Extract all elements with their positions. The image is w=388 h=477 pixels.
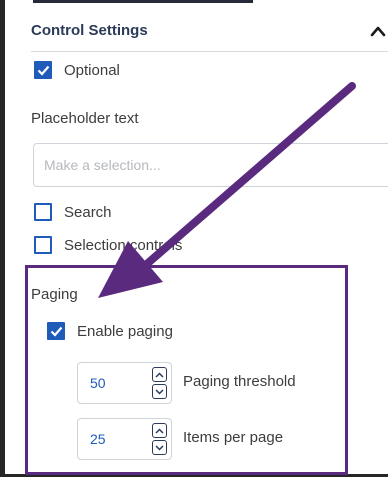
control-settings-panel: Control Settings Optional Placeholder te… bbox=[0, 0, 388, 477]
collapse-button[interactable] bbox=[365, 18, 388, 44]
paging-section-label: Paging bbox=[31, 286, 78, 303]
search-checkbox[interactable]: Search bbox=[34, 203, 112, 221]
items-per-page-increment-button[interactable] bbox=[152, 423, 167, 438]
checkmark-icon bbox=[50, 326, 62, 337]
selection-controls-checkbox-box[interactable] bbox=[34, 236, 52, 254]
items-per-page-label: Items per page bbox=[183, 429, 284, 446]
placeholder-text-input[interactable] bbox=[33, 143, 388, 187]
paging-threshold-decrement-button[interactable] bbox=[152, 384, 167, 399]
tab-indicator bbox=[33, 0, 253, 3]
optional-checkbox-box[interactable] bbox=[34, 61, 52, 79]
header-divider bbox=[31, 51, 388, 52]
paging-threshold-label: Paging threshold bbox=[183, 373, 296, 390]
panel-title: Control Settings bbox=[31, 22, 148, 39]
chevron-down-icon bbox=[155, 444, 164, 451]
enable-paging-label: Enable paging bbox=[77, 322, 173, 340]
chevron-up-icon bbox=[370, 26, 386, 37]
checkmark-icon bbox=[37, 65, 49, 76]
chevron-up-icon bbox=[155, 427, 164, 434]
paging-threshold-increment-button[interactable] bbox=[152, 367, 167, 382]
enable-paging-checkbox[interactable]: Enable paging bbox=[47, 322, 173, 340]
chevron-up-icon bbox=[155, 371, 164, 378]
items-per-page-decrement-button[interactable] bbox=[152, 440, 167, 455]
optional-checkbox[interactable]: Optional bbox=[34, 61, 120, 79]
search-checkbox-box[interactable] bbox=[34, 203, 52, 221]
enable-paging-checkbox-box[interactable] bbox=[47, 322, 65, 340]
search-label: Search bbox=[64, 203, 112, 221]
optional-label: Optional bbox=[64, 61, 120, 79]
selection-controls-checkbox[interactable]: Selection controls bbox=[34, 236, 182, 254]
items-per-page-value[interactable]: 25 bbox=[90, 431, 106, 447]
selection-controls-label: Selection controls bbox=[64, 236, 183, 254]
paging-threshold-stepper[interactable]: 50 bbox=[77, 362, 172, 404]
placeholder-text-label: Placeholder text bbox=[31, 110, 139, 127]
items-per-page-stepper[interactable]: 25 bbox=[77, 418, 172, 460]
chevron-down-icon bbox=[155, 388, 164, 395]
paging-threshold-value[interactable]: 50 bbox=[90, 375, 106, 391]
